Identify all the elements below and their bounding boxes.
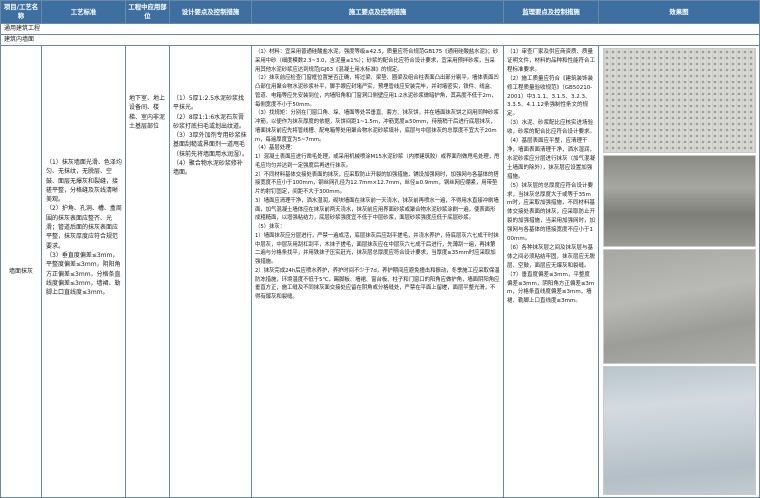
section-interior-wall: 建筑内墙面 — [1, 35, 760, 46]
row-construction-points: （1）材料：宜采用普通硅酸盐水泥，强度等级≥42.5，质量应符合规范GB175《… — [252, 46, 504, 498]
process-standard-table: 项目/工艺名称 工艺标准 工程中应用部位 设计要点及控制措施 施工要点及控制措施… — [0, 0, 760, 498]
header-application-parts: 工程中应用部位 — [126, 1, 170, 24]
wall-plaster-photo — [603, 155, 756, 248]
row-item-name: 墙面抹灰 — [1, 46, 42, 498]
row-standard-text: （1）抹灰墙面光滑、色泽均匀、无抹纹，无脱层、空鼓、面层无爆灰和裂缝，接槎平整，… — [42, 46, 126, 498]
wall-mesh-photo — [603, 48, 756, 154]
header-design-points: 设计要点及控制措施 — [170, 1, 252, 24]
header-standard: 工艺标准 — [42, 1, 126, 24]
row-design-points: （1）5厚1:2.5水泥砂浆找平抹光。 （2）8厚1:1:6水泥石灰膏砂浆打底扫… — [170, 46, 252, 498]
row-supervision-points: （1）审查厂家及供应商资质、质量证明文件，材料的品种和性能符合工程标准要求。 （… — [504, 46, 599, 498]
header-construction-points: 施工要点及控制措施 — [252, 1, 504, 24]
wall-finish-photo — [603, 249, 756, 365]
header-item-name: 项目/工艺名称 — [1, 1, 42, 24]
section-general-building: 通用建筑工程 — [1, 24, 760, 35]
header-supervision-points: 监理要点及控制措施 — [504, 1, 599, 24]
header-effect-images: 效果图 — [599, 1, 760, 24]
wall-completed-photo — [603, 366, 756, 495]
effect-image-column — [599, 46, 760, 498]
row-application-parts: 地下室、地上设备间、楼梯、室内非泥土基层部位 — [126, 46, 170, 498]
